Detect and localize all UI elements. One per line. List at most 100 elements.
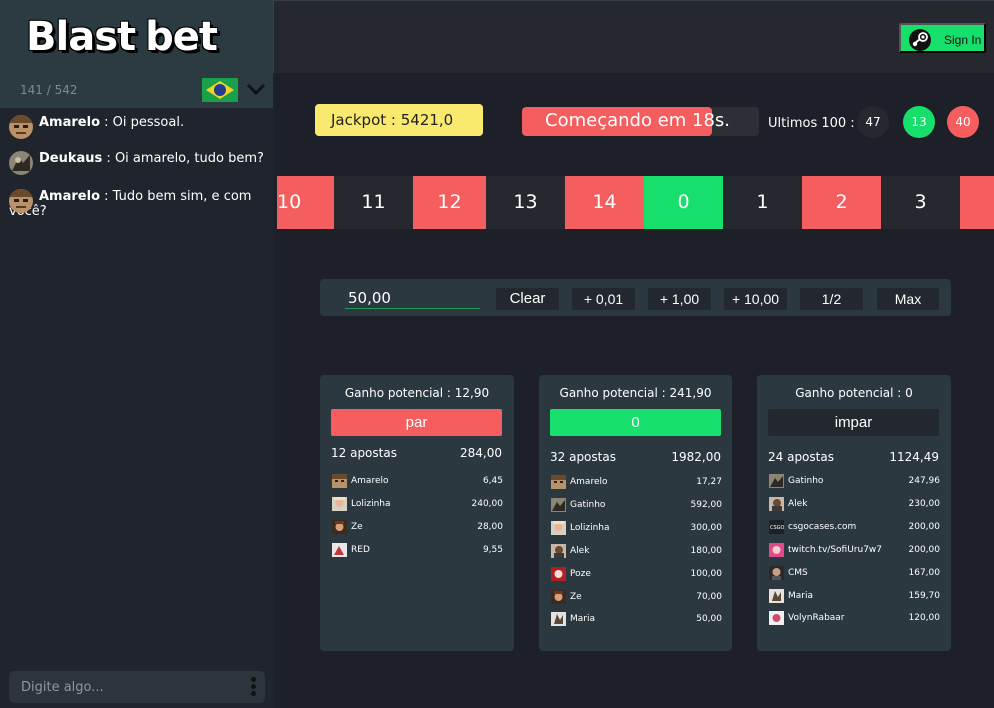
- bet-amount-input[interactable]: [345, 287, 480, 309]
- max-button[interactable]: Max: [877, 288, 939, 310]
- add-001-button[interactable]: + 0,01: [572, 288, 635, 310]
- bet-value: 167,00: [908, 568, 941, 578]
- user-avatar: [551, 567, 566, 581]
- sidebar: Blast bet 141 / 542 Amarelo : Oi pessoal.…: [0, 0, 273, 708]
- list-item: VolynRabaar 120,00: [769, 611, 940, 627]
- online-count: 141 / 542: [20, 83, 78, 97]
- bet-panel-impar: Ganho potencial : 0 impar 24 apostas 112…: [757, 375, 951, 651]
- potential-gain: Ganho potencial : 12,90: [344, 386, 490, 400]
- user-avatar: [769, 543, 784, 557]
- bettor-name: Amarelo: [351, 476, 389, 486]
- roulette-cell: 1: [723, 176, 802, 229]
- add-100-button[interactable]: + 1,00: [648, 288, 711, 310]
- user-avatar: [551, 544, 566, 558]
- chat-text: Oi pessoal.: [112, 115, 185, 130]
- bettor-name: Maria: [570, 614, 595, 624]
- bet-value: 159,70: [908, 591, 941, 601]
- user-avatar: [769, 589, 784, 603]
- bet-value: 200,00: [908, 522, 941, 532]
- last-result-ball: 13: [903, 106, 935, 138]
- add-1000-button[interactable]: + 10,00: [724, 288, 787, 310]
- more-vertical-icon[interactable]: [249, 677, 257, 699]
- bet-value: 180,00: [690, 546, 723, 556]
- user-avatar: [551, 521, 566, 535]
- roulette-cell: 0: [644, 176, 723, 229]
- list-item: Alek 230,00: [769, 497, 940, 513]
- list-item: Ze 28,00: [332, 520, 503, 536]
- last-100-label: Ultimos 100 :: [768, 116, 855, 131]
- potential-gain: Ganho potencial : 0: [795, 386, 913, 400]
- bet-value: 230,00: [908, 499, 941, 509]
- bettor-name: Lolizinha: [570, 523, 610, 533]
- user-avatar: [769, 474, 784, 488]
- bettor-name: Ze: [351, 522, 363, 532]
- bet-value: 200,00: [908, 545, 941, 555]
- roulette-cell: 3: [881, 176, 960, 229]
- list-item: Poze 100,00: [551, 567, 722, 583]
- bet-impar-button[interactable]: impar: [768, 409, 939, 436]
- bet-total: 1982,00: [671, 450, 721, 464]
- bet-value: 300,00: [690, 523, 723, 533]
- user-avatar: [551, 498, 566, 512]
- chat-separator: :: [100, 189, 113, 204]
- list-item: Gatinho 592,00: [551, 498, 722, 514]
- user-avatar: [332, 543, 347, 557]
- clear-button[interactable]: Clear: [496, 288, 559, 310]
- bet-value: 100,00: [690, 569, 723, 579]
- bet-zero-button[interactable]: 0: [550, 409, 721, 436]
- bettor-name: Gatinho: [788, 476, 824, 486]
- countdown-bar: Começando em 18s.: [522, 107, 759, 136]
- bet-value: 120,00: [908, 613, 941, 623]
- last-result-ball: 47: [857, 106, 889, 138]
- list-item: Maria 50,00: [551, 612, 722, 628]
- list-item: CSGO csgocases.com 200,00: [769, 520, 940, 536]
- bettor-name: RED: [351, 545, 370, 555]
- half-button[interactable]: 1/2: [800, 288, 863, 310]
- chevron-down-icon[interactable]: [246, 82, 266, 96]
- list-item: Lolizinha 300,00: [551, 521, 722, 537]
- roulette-cell: 13: [486, 176, 565, 229]
- roulette-cell: 12: [413, 176, 486, 229]
- brazil-flag-icon[interactable]: [202, 78, 238, 102]
- logo[interactable]: Blast bet: [26, 14, 218, 60]
- user-avatar: [769, 566, 784, 580]
- jackpot-value: 5421,0: [400, 111, 454, 129]
- chat-message: Amarelo : Oi pessoal.: [9, 115, 264, 139]
- list-item: Lolizinha 240,00: [332, 497, 503, 513]
- bettor-name: Poze: [570, 569, 591, 579]
- user-avatar: [769, 611, 784, 625]
- chat-username[interactable]: Deukaus: [39, 151, 102, 166]
- bettor-name: csgocases.com: [788, 522, 857, 532]
- bettor-name: Ze: [570, 592, 582, 602]
- bet-par-button[interactable]: par: [331, 409, 502, 436]
- bet-count: 24 apostas: [768, 450, 834, 464]
- bet-value: 240,00: [471, 499, 504, 509]
- user-avatar: CSGO: [769, 520, 784, 534]
- logo-word-blast: Blast: [26, 14, 136, 60]
- bettor-name: Alek: [570, 546, 590, 556]
- user-avatar: [551, 612, 566, 626]
- list-item: Alek 180,00: [551, 544, 722, 560]
- list-item: Ze 70,00: [551, 590, 722, 606]
- countdown-text: Começando em 18s.: [545, 110, 731, 131]
- sign-in-label: Sign In: [944, 33, 982, 47]
- chat-username[interactable]: Amarelo: [39, 189, 100, 204]
- chat-input[interactable]: [21, 678, 231, 696]
- list-item: RED 9,55: [332, 543, 503, 559]
- last-result-ball: 40: [947, 106, 979, 138]
- roulette-strip: 10 11 12 13 14 0 1 2 3: [277, 176, 994, 229]
- sign-in-button[interactable]: Sign In: [899, 23, 986, 53]
- user-avatar: [9, 151, 33, 175]
- bettor-name: Gatinho: [570, 500, 606, 510]
- bet-count: 32 apostas: [550, 450, 616, 464]
- bettor-name: Lolizinha: [351, 499, 391, 509]
- bettor-name: VolynRabaar: [788, 613, 845, 623]
- roulette-cell: 2: [802, 176, 881, 229]
- jackpot-badge: Jackpot : 5421,0: [315, 104, 483, 136]
- chat-username[interactable]: Amarelo: [39, 115, 100, 130]
- chat-message: Deukaus : Oi amarelo, tudo bem?: [9, 151, 264, 175]
- list-item: Amarelo 17,27: [551, 475, 722, 491]
- user-avatar: [9, 189, 33, 213]
- roulette-cell: 11: [334, 176, 413, 229]
- user-avatar: [769, 497, 784, 511]
